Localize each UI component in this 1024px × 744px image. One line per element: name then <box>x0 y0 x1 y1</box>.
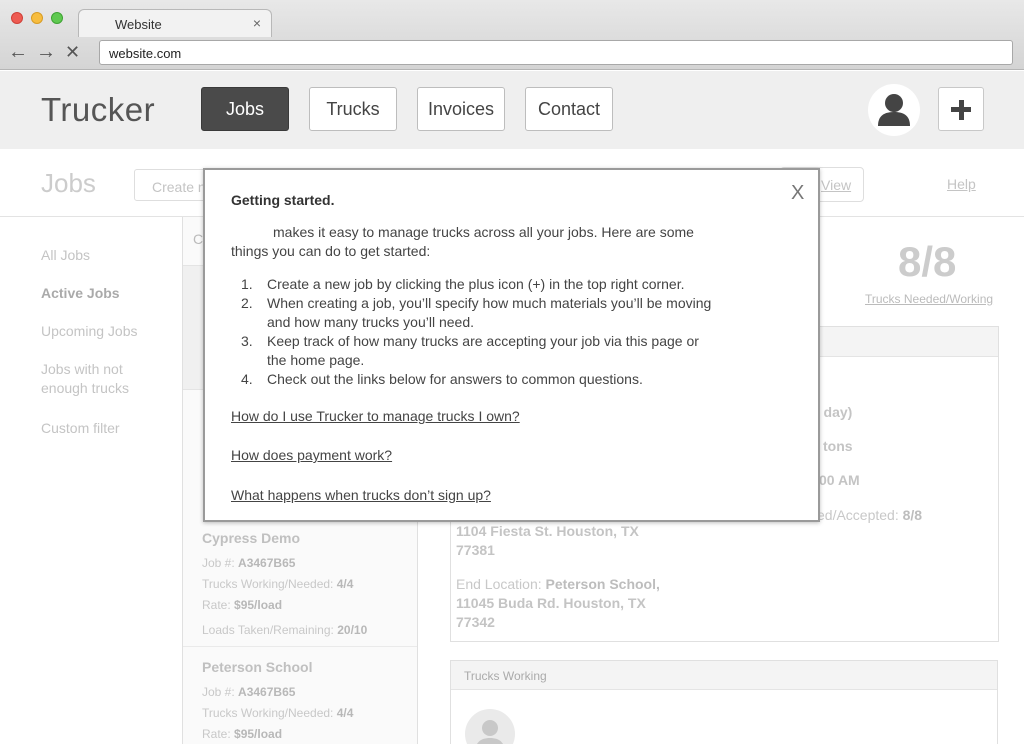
close-window-icon[interactable] <box>11 12 23 24</box>
job-card-number: Job #: A3467B65 <box>202 685 296 699</box>
stop-icon[interactable]: ✕ <box>65 41 80 63</box>
job-card-trucks: Trucks Working/Needed: 4/4 <box>202 577 354 591</box>
trucks-needed-working-link[interactable]: Trucks Needed/Working <box>865 292 993 306</box>
modal-intro: makes it easy to manage trucks across al… <box>231 224 694 259</box>
sidebar-item-custom-filter[interactable]: Custom filter <box>41 419 171 438</box>
back-arrow-icon[interactable]: ← <box>8 41 28 63</box>
trucks-working-panel: Trucks Working <box>450 660 998 744</box>
faq-link-payment[interactable]: How does payment work? <box>231 447 392 463</box>
job-card-rate: Rate: $95/load <box>202 727 283 741</box>
job-filter-sidebar: All Jobs Active Jobs Upcoming Jobs Jobs … <box>0 217 182 744</box>
user-icon <box>477 720 503 744</box>
detail-accepted-fragment: ed/Accepted: 8/8 <box>817 507 923 523</box>
list-item[interactable]: Cypress Demo Job #: A3467B65 Trucks Work… <box>183 520 417 647</box>
nav-tab-jobs[interactable]: Jobs <box>201 87 289 131</box>
browser-chrome: Website × ← → ✕ website.com <box>0 0 1024 70</box>
faq-link-manage-trucks[interactable]: How do I use Trucker to manage trucks I … <box>231 408 520 424</box>
browser-tab[interactable]: Website × <box>78 9 272 37</box>
job-card-loads: Loads Taken/Remaining: 20/10 <box>202 623 368 637</box>
trucks-working-title: Trucks Working <box>464 669 547 683</box>
brand-logo[interactable]: Trucker <box>41 91 155 129</box>
list-item: 3. Keep track of how many trucks are acce… <box>241 333 699 368</box>
detail-end-address-line3: 77342 <box>456 614 495 630</box>
user-avatar[interactable] <box>868 84 920 136</box>
job-card-number: Job #: A3467B65 <box>202 556 296 570</box>
getting-started-modal: X Getting started. makes it easy to mana… <box>203 168 820 522</box>
help-link[interactable]: Help <box>947 176 976 192</box>
job-card-title: Peterson School <box>202 659 313 675</box>
truck-driver-avatar[interactable] <box>465 709 515 744</box>
sidebar-item-active-jobs[interactable]: Active Jobs <box>41 284 171 303</box>
detail-start-address-line1: 1104 Fiesta St. Houston, TX <box>456 523 639 539</box>
detail-end-address-line2: 11045 Buda Rd. Houston, TX <box>456 595 646 611</box>
list-item[interactable]: Peterson School Job #: A3467B65 Trucks W… <box>183 647 417 744</box>
sidebar-item-all-jobs[interactable]: All Jobs <box>41 246 171 265</box>
tab-close-icon[interactable]: × <box>253 15 261 31</box>
list-item: 1. Create a new job by clicking the plus … <box>241 276 685 292</box>
detail-tons-fragment: tons <box>823 438 853 454</box>
address-bar-text: website.com <box>109 46 182 61</box>
job-card-rate: Rate: $95/load <box>202 598 283 612</box>
address-bar[interactable]: website.com <box>99 40 1013 65</box>
getting-started-steps: 1. Create a new job by clicking the plus … <box>231 275 751 389</box>
detail-end-location: End Location: Peterson School, <box>456 576 660 592</box>
list-search-text[interactable]: C <box>193 231 203 247</box>
modal-close-button[interactable]: X <box>791 182 804 205</box>
modal-title: Getting started. <box>231 192 335 208</box>
trucks-working-header: Trucks Working <box>451 661 997 690</box>
nav-tab-trucks[interactable]: Trucks <box>309 87 397 131</box>
maximize-window-icon[interactable] <box>51 12 63 24</box>
minimize-window-icon[interactable] <box>31 12 43 24</box>
view-button-label: View <box>821 177 852 193</box>
app-header: Trucker Jobs Trucks Invoices Contact <box>0 71 1024 149</box>
add-job-button[interactable] <box>938 87 984 131</box>
detail-duration-fragment: ( day) <box>815 404 853 420</box>
job-card-title: Cypress Demo <box>202 530 301 546</box>
trucks-stat-value: 8/8 <box>898 238 957 285</box>
job-card-trucks: Trucks Working/Needed: 4/4 <box>202 706 354 720</box>
list-item: 2. When creating a job, you’ll specify ho… <box>241 295 712 330</box>
faq-link-trucks-dont-sign-up[interactable]: What happens when trucks don’t sign up? <box>231 487 491 503</box>
user-icon <box>878 94 910 126</box>
sidebar-item-jobs-not-enough-trucks[interactable]: Jobs with not enough trucks <box>41 360 156 398</box>
nav-tab-contact[interactable]: Contact <box>525 87 613 131</box>
list-item: 4. Check out the links below for answers … <box>241 371 643 387</box>
sidebar-item-upcoming-jobs[interactable]: Upcoming Jobs <box>41 322 171 341</box>
detail-start-address-line2: 77381 <box>456 542 495 558</box>
nav-tab-invoices[interactable]: Invoices <box>417 87 505 131</box>
forward-arrow-icon[interactable]: → <box>36 41 56 63</box>
page-title: Jobs <box>41 168 96 198</box>
detail-time-fragment: 00 AM <box>819 472 860 488</box>
browser-tab-title: Website <box>115 17 162 32</box>
